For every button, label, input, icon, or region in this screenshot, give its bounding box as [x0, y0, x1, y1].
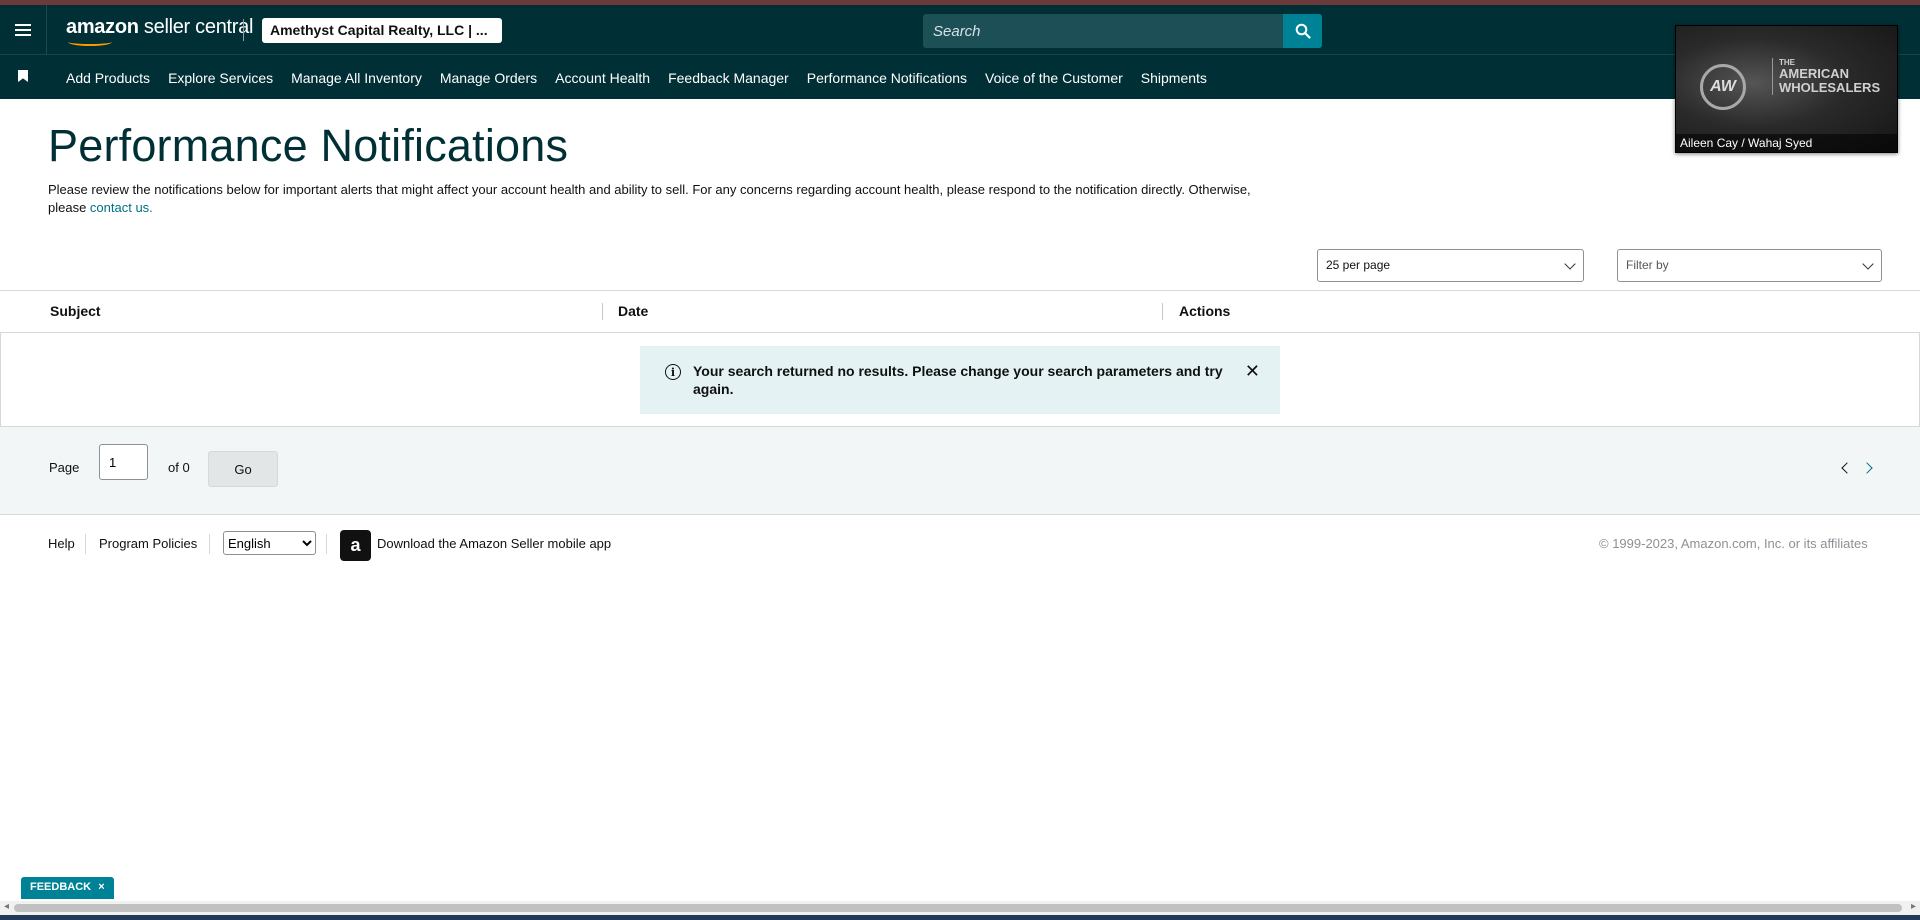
nav-shipments[interactable]: Shipments	[1141, 70, 1207, 86]
video-call-overlay[interactable]: AW THE AMERICAN WHOLESALERS Aileen Cay /…	[1675, 25, 1898, 153]
column-header-date[interactable]: Date	[618, 303, 648, 319]
language-select[interactable]: English	[223, 531, 316, 555]
contact-us-link[interactable]: contact us.	[90, 200, 153, 215]
chevron-right-icon[interactable]	[1861, 462, 1873, 474]
top-header: amazon seller central Amethyst Capital R…	[0, 5, 1920, 54]
chevron-down-icon	[1564, 258, 1576, 270]
column-divider	[1162, 303, 1163, 320]
chevron-down-icon	[1862, 258, 1874, 270]
table-header: Subject Date Actions	[0, 290, 1920, 333]
video-caption: Aileen Cay / Wahaj Syed	[1680, 136, 1813, 150]
close-icon[interactable]: ✕	[1245, 362, 1260, 414]
scrollbar-thumb[interactable]	[14, 904, 1902, 912]
bookmark-icon[interactable]	[18, 70, 28, 82]
horizontal-scrollbar[interactable]: ◂ ▸	[0, 901, 1920, 915]
aw-logo-line2: AMERICAN	[1779, 66, 1850, 81]
intro-text: Please review the notifications below fo…	[48, 182, 1251, 215]
footer-divider	[85, 534, 86, 554]
logo-seller-central-text: seller central	[138, 16, 254, 38]
alert-message: Your search returned no results. Please …	[693, 363, 1223, 397]
hamburger-menu-button[interactable]	[0, 5, 47, 54]
filter-value: Filter by	[1626, 258, 1669, 272]
scroll-right-icon[interactable]: ▸	[1911, 901, 1916, 912]
account-switcher[interactable]: Amethyst Capital Realty, LLC | ...	[262, 18, 502, 43]
help-link[interactable]: Help	[48, 536, 75, 551]
footer: Help Program Policies English a Download…	[0, 530, 1920, 561]
aw-logo-mark: AW	[1700, 64, 1746, 110]
page-total-label: of 0	[168, 460, 190, 475]
header-divider	[243, 19, 244, 41]
page-intro: Please review the notifications below fo…	[48, 181, 1288, 217]
column-divider	[602, 303, 603, 320]
nav-voice-of-the-customer[interactable]: Voice of the Customer	[985, 70, 1123, 86]
feedback-tab[interactable]: FEEDBACK ×	[21, 877, 114, 899]
nav-performance-notifications[interactable]: Performance Notifications	[807, 70, 967, 86]
download-app-link[interactable]: Download the Amazon Seller mobile app	[377, 536, 611, 551]
per-page-dropdown[interactable]: 25 per page	[1317, 249, 1584, 282]
nav-feedback-manager[interactable]: Feedback Manager	[668, 70, 789, 86]
program-policies-link[interactable]: Program Policies	[99, 536, 197, 551]
page-number-input[interactable]	[99, 444, 148, 480]
amazon-smile-icon	[68, 38, 112, 46]
search-box	[923, 14, 1283, 48]
taskbar-strip	[0, 915, 1920, 920]
chevron-left-icon[interactable]	[1841, 462, 1853, 474]
filter-dropdown[interactable]: Filter by	[1617, 249, 1882, 282]
feedback-label: FEEDBACK	[30, 881, 92, 893]
pagination-bar: Page of 0 Go	[0, 427, 1920, 515]
footer-divider	[209, 534, 210, 554]
nav-account-health[interactable]: Account Health	[555, 70, 650, 86]
per-page-value: 25 per page	[1326, 258, 1391, 272]
copyright-text: © 1999-2023, Amazon.com, Inc. or its aff…	[1599, 536, 1868, 551]
feedback-close-icon[interactable]: ×	[98, 881, 104, 893]
page-label: Page	[49, 460, 80, 475]
info-icon: i	[665, 364, 681, 380]
search-input[interactable]	[923, 14, 1283, 48]
search-icon	[1295, 23, 1311, 39]
no-results-alert: i Your search returned no results. Pleas…	[640, 346, 1280, 414]
column-header-actions: Actions	[1179, 303, 1231, 319]
amazon-app-icon[interactable]: a	[340, 530, 371, 561]
aw-logo-text: THE AMERICAN WHOLESALERS	[1772, 58, 1880, 95]
logo-amazon-text: amazon	[66, 16, 139, 38]
nav-manage-all-inventory[interactable]: Manage All Inventory	[291, 70, 422, 86]
column-header-subject[interactable]: Subject	[50, 303, 101, 319]
seller-central-logo[interactable]: amazon seller central	[66, 16, 254, 46]
go-button[interactable]: Go	[208, 451, 278, 487]
scroll-left-icon[interactable]: ◂	[4, 901, 9, 912]
nav-explore-services[interactable]: Explore Services	[168, 70, 273, 86]
footer-divider	[326, 534, 327, 554]
nav-items: Add Products Explore Services Manage All…	[57, 55, 1216, 100]
aw-logo-line3: WHOLESALERS	[1779, 80, 1881, 95]
page-title: Performance Notifications	[48, 120, 569, 171]
nav-add-products[interactable]: Add Products	[66, 70, 150, 86]
nav-manage-orders[interactable]: Manage Orders	[440, 70, 537, 86]
hamburger-icon	[15, 28, 31, 31]
main-navbar: Add Products Explore Services Manage All…	[0, 54, 1920, 99]
search-button[interactable]	[1283, 14, 1322, 48]
